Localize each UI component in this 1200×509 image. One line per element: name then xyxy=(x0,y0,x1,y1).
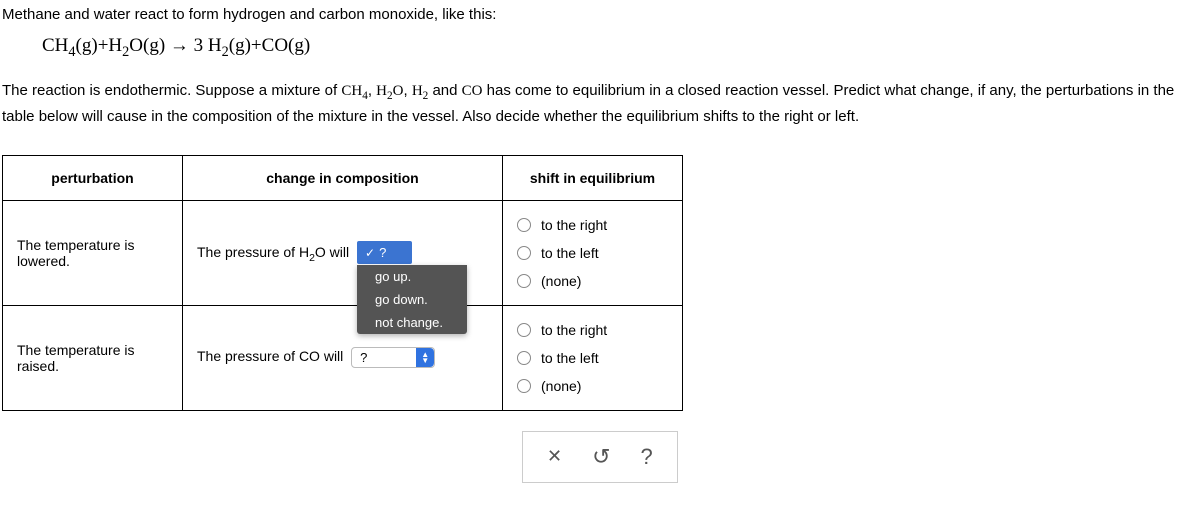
dropdown-option[interactable]: not change. xyxy=(357,311,467,334)
intro-text: Methane and water react to form hydrogen… xyxy=(2,4,1198,25)
perturbation-table: perturbation change in composition shift… xyxy=(2,155,683,411)
composition-label: The pressure of CO will xyxy=(197,349,343,365)
dropdown-option[interactable]: go up. xyxy=(357,265,467,288)
radio-icon xyxy=(517,379,531,393)
shift-option[interactable]: to the left xyxy=(517,239,668,267)
radio-icon xyxy=(517,274,531,288)
shift-option[interactable]: to the right xyxy=(517,316,668,344)
shift-option[interactable]: to the left xyxy=(517,344,668,372)
action-bar: ✕ ↺ ? xyxy=(522,431,678,483)
perturbation-cell: The temperature is raised. xyxy=(3,305,183,410)
composition-dropdown-closed[interactable]: ? ▲▼ xyxy=(351,347,435,368)
question-paragraph: The reaction is endothermic. Suppose a m… xyxy=(2,79,1198,129)
radio-icon xyxy=(517,246,531,260)
dropdown-option[interactable]: go down. xyxy=(357,288,467,311)
shift-option[interactable]: (none) xyxy=(517,372,668,400)
shift-option[interactable]: (none) xyxy=(517,267,668,295)
table-row: The temperature is raised. The pressure … xyxy=(3,305,683,410)
header-composition: change in composition xyxy=(183,155,503,200)
header-perturbation: perturbation xyxy=(3,155,183,200)
shift-option[interactable]: to the right xyxy=(517,211,668,239)
help-icon[interactable]: ? xyxy=(641,444,653,470)
radio-icon xyxy=(517,323,531,337)
chevron-updown-icon: ▲▼ xyxy=(416,348,434,367)
radio-icon xyxy=(517,351,531,365)
chemical-equation: CH4(g)+H2O(g) → 3 H2(g)+CO(g) xyxy=(42,35,1198,61)
close-icon[interactable]: ✕ xyxy=(547,446,562,467)
perturbation-cell: The temperature is lowered. xyxy=(3,200,183,305)
reset-icon[interactable]: ↺ xyxy=(592,444,610,470)
dropdown-list: go up. go down. not change. xyxy=(357,265,467,334)
composition-dropdown-open[interactable]: ✓? go up. go down. not change. xyxy=(357,241,412,264)
header-shift: shift in equilibrium xyxy=(503,155,683,200)
composition-label: The pressure of H2O will xyxy=(197,244,353,260)
radio-icon xyxy=(517,218,531,232)
table-row: The temperature is lowered. The pressure… xyxy=(3,200,683,305)
